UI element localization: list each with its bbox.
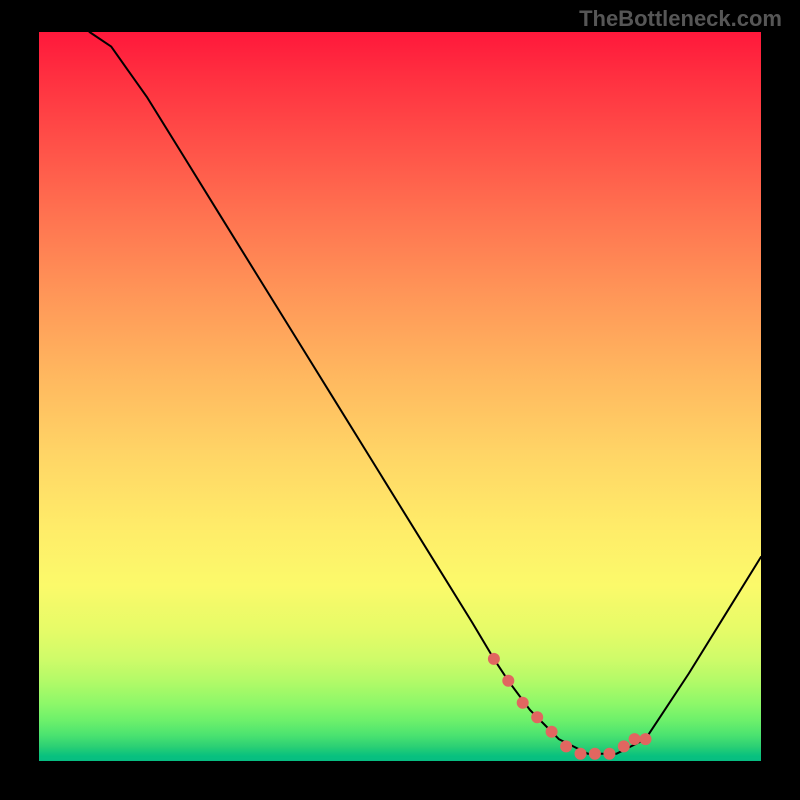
marker-dot: [629, 733, 641, 745]
marker-dot: [575, 748, 587, 760]
marker-dot: [502, 675, 514, 687]
marker-dot: [488, 653, 500, 665]
bottleneck-curve: [90, 32, 762, 754]
chart-frame: TheBottleneck.com: [0, 0, 800, 800]
attribution-label: TheBottleneck.com: [579, 6, 782, 32]
marker-dot: [560, 740, 572, 752]
marker-dot: [531, 711, 543, 723]
curve-svg: [39, 32, 761, 761]
marker-dot: [640, 733, 652, 745]
plot-area: [39, 32, 761, 761]
optimal-range-markers: [488, 653, 652, 760]
marker-dot: [546, 726, 558, 738]
marker-dot: [603, 748, 615, 760]
marker-dot: [517, 697, 529, 709]
marker-dot: [618, 740, 630, 752]
marker-dot: [589, 748, 601, 760]
